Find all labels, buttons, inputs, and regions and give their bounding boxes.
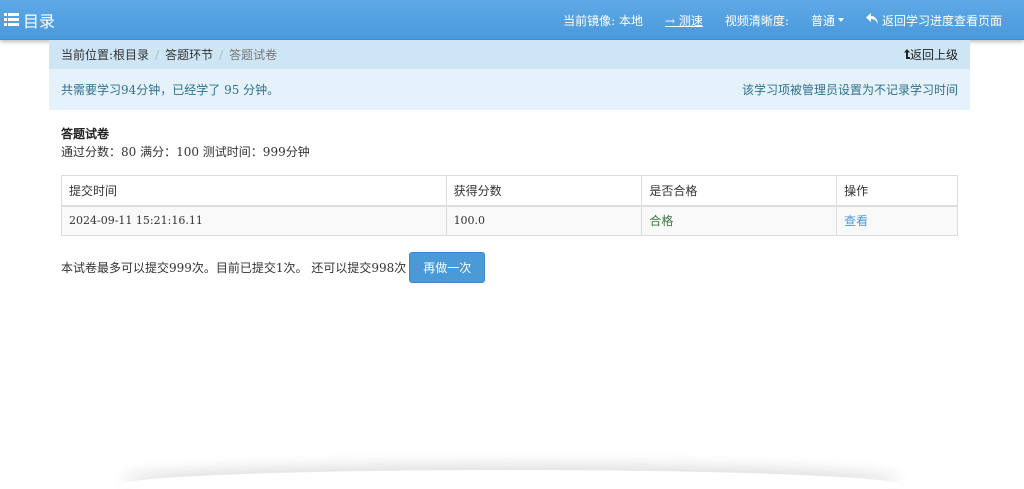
score-cell: 100.0 bbox=[445, 205, 643, 236]
study-progress-text: 共需要学习94分钟，已经学了 95 分钟。 bbox=[61, 83, 280, 97]
catalog-title: 目录 bbox=[23, 12, 56, 31]
breadcrumb-item-root[interactable]: 根目录 bbox=[113, 46, 149, 63]
breadcrumb-prefix: 当前位置: bbox=[61, 48, 114, 62]
page-bottom-shadow bbox=[120, 470, 900, 489]
submission-count-text: 本试卷最多可以提交999次。目前已提交1次。 还可以提交998次 bbox=[61, 261, 407, 275]
back-to-progress-button[interactable]: 返回学习进度查看页面 bbox=[865, 12, 1002, 29]
back-up-link[interactable]: 返回上级 bbox=[903, 40, 958, 69]
mirror-label: 当前镜像: bbox=[563, 13, 616, 28]
pass-status-cell: 合格 bbox=[641, 205, 838, 236]
main-panel: 当前位置: 根目录 / 答题环节 / 答题试卷 返回上级 共需要学习94分钟，已… bbox=[49, 40, 970, 110]
mirror-value: 本地 bbox=[619, 13, 644, 28]
study-info-bar: 共需要学习94分钟，已经学了 95 分钟。 该学习项被管理员设置为不记录学习时间 bbox=[49, 69, 970, 110]
speed-test-label: 测速 bbox=[678, 13, 703, 28]
back-up-label: 返回上级 bbox=[909, 48, 958, 62]
column-header-submit-time: 提交时间 bbox=[61, 175, 447, 207]
reply-arrow-icon bbox=[865, 13, 882, 27]
breadcrumb-item-current: 答题试卷 bbox=[229, 48, 278, 62]
table-header-row: 提交时间 获得分数 是否合格 操作 bbox=[61, 175, 958, 207]
exam-summary: 答题试卷 通过分数：80 满分：100 测试时间：999分钟 bbox=[61, 126, 958, 160]
arrow-right-icon: → bbox=[665, 13, 676, 28]
retake-button[interactable]: 再做一次 bbox=[409, 252, 486, 283]
column-header-pass: 是否合格 bbox=[641, 175, 838, 207]
breadcrumb-item-answer-section[interactable]: 答题环节 bbox=[165, 46, 213, 63]
list-icon bbox=[4, 11, 23, 30]
submission-table: 提交时间 获得分数 是否合格 操作 2024-09-11 15:21:16.11… bbox=[61, 175, 958, 236]
table-row: 2024-09-11 15:21:16.11 100.0 合格 查看 bbox=[61, 205, 958, 236]
video-quality-value: 普通 bbox=[810, 13, 835, 28]
view-link[interactable]: 查看 bbox=[844, 214, 868, 228]
submission-footer: 本试卷最多可以提交999次。目前已提交1次。 还可以提交998次 再做一次 bbox=[61, 252, 486, 283]
navbar-right: 当前镜像: 本地 → 测速 视频清晰度: 普通 返回学习进度查看页面 bbox=[563, 0, 1024, 40]
caret-down-icon bbox=[837, 18, 844, 22]
breadcrumb-separator: / bbox=[155, 47, 160, 62]
column-header-score: 获得分数 bbox=[445, 175, 643, 207]
exam-title: 答题试卷 bbox=[61, 127, 110, 141]
catalog-menu-button[interactable]: 目录 bbox=[4, 8, 55, 32]
exam-meta: 通过分数：80 满分：100 测试时间：999分钟 bbox=[61, 145, 310, 159]
speed-test-link[interactable]: → 测速 bbox=[665, 12, 703, 29]
top-navbar: 目录 当前镜像: 本地 → 测速 视频清晰度: 普通 返回学习进度查看页面 bbox=[0, 0, 1024, 40]
submit-time-cell: 2024-09-11 15:21:16.11 bbox=[61, 205, 447, 236]
pass-status-text: 合格 bbox=[649, 214, 674, 229]
column-header-action: 操作 bbox=[836, 175, 958, 207]
breadcrumb-separator: / bbox=[219, 47, 224, 62]
breadcrumb: 当前位置: 根目录 / 答题环节 / 答题试卷 返回上级 bbox=[49, 40, 970, 69]
action-cell: 查看 bbox=[836, 205, 958, 236]
video-quality-dropdown[interactable]: 普通 bbox=[811, 12, 844, 29]
study-notice-text: 该学习项被管理员设置为不记录学习时间 bbox=[741, 83, 958, 97]
back-to-progress-label: 返回学习进度查看页面 bbox=[881, 13, 1002, 28]
mirror-indicator: 当前镜像: 本地 bbox=[563, 12, 643, 29]
video-quality-label: 视频清晰度: bbox=[724, 13, 789, 28]
